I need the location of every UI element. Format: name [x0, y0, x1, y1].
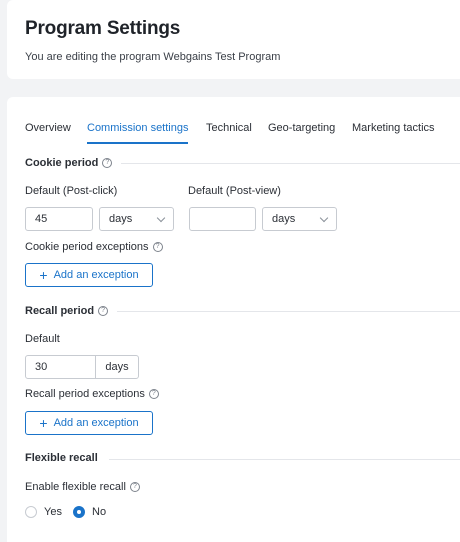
radio-yes-label: Yes [44, 506, 62, 518]
section-divider [109, 459, 460, 460]
page-title: Program Settings [25, 18, 181, 39]
tab-commission-settings[interactable]: Commission settings [87, 122, 189, 144]
section-divider [121, 163, 460, 164]
chevron-down-icon [319, 213, 329, 223]
post-click-unit-value: days [109, 213, 133, 225]
cookie-exceptions-text: Cookie period exceptions [25, 241, 149, 253]
post-view-label: Default (Post-view) [188, 185, 281, 197]
recall-period-heading: Recall period ? [25, 305, 109, 317]
question-circle-icon[interactable]: ? [152, 242, 163, 252]
question-circle-icon[interactable]: ? [129, 482, 140, 492]
post-view-input[interactable] [189, 207, 256, 231]
enable-flexible-recall-text: Enable flexible recall [25, 481, 126, 493]
page-subtitle: You are editing the program Webgains Tes… [25, 51, 281, 63]
flexible-recall-heading: Flexible recall [25, 452, 98, 464]
header-card: Program Settings You are editing the pro… [7, 0, 460, 79]
plus-icon: + [39, 267, 48, 283]
post-click-input[interactable]: 45 [25, 207, 93, 231]
recall-period-title: Recall period [25, 305, 95, 317]
question-circle-icon[interactable]: ? [148, 389, 159, 399]
plus-icon: + [39, 415, 48, 431]
recall-default-label: Default [25, 333, 60, 345]
recall-default-input[interactable]: 30 [26, 356, 96, 378]
cookie-period-heading: Cookie period ? [25, 157, 113, 169]
tab-bar: Overview Commission settings Technical G… [25, 122, 460, 144]
radio-no-label: No [92, 506, 107, 518]
post-click-unit-select[interactable]: days [99, 207, 174, 231]
cookie-period-title: Cookie period [25, 157, 99, 169]
section-divider [117, 311, 460, 312]
radio-yes[interactable]: Yes [25, 506, 62, 518]
question-circle-icon[interactable]: ? [102, 158, 113, 168]
add-cookie-exception-button[interactable]: + Add an exception [25, 263, 153, 287]
post-view-unit-select[interactable]: days [262, 207, 337, 231]
tab-marketing-tactics[interactable]: Marketing tactics [352, 122, 435, 144]
chevron-down-icon [156, 213, 166, 223]
add-recall-exception-button[interactable]: + Add an exception [25, 411, 153, 435]
recall-exceptions-text: Recall period exceptions [25, 388, 145, 400]
cookie-exceptions-label: Cookie period exceptions ? [25, 241, 163, 253]
post-click-label: Default (Post-click) [25, 185, 118, 197]
tab-geo-targeting[interactable]: Geo-targeting [268, 122, 335, 144]
add-cookie-exception-label: Add an exception [53, 269, 139, 281]
radio-no-circle[interactable] [73, 506, 85, 518]
tab-overview[interactable]: Overview [25, 122, 71, 144]
post-view-unit-value: days [272, 213, 296, 225]
radio-yes-circle[interactable] [25, 506, 37, 518]
tab-technical[interactable]: Technical [206, 122, 252, 144]
enable-flexible-recall-label: Enable flexible recall ? [25, 481, 140, 493]
recall-default-field[interactable]: 30 days [25, 355, 139, 379]
recall-exceptions-label: Recall period exceptions ? [25, 388, 159, 400]
settings-card: Overview Commission settings Technical G… [7, 97, 460, 542]
recall-default-unit: days [105, 361, 129, 373]
question-circle-icon[interactable]: ? [98, 306, 109, 316]
radio-no[interactable]: No [73, 506, 106, 518]
add-recall-exception-label: Add an exception [53, 417, 139, 429]
